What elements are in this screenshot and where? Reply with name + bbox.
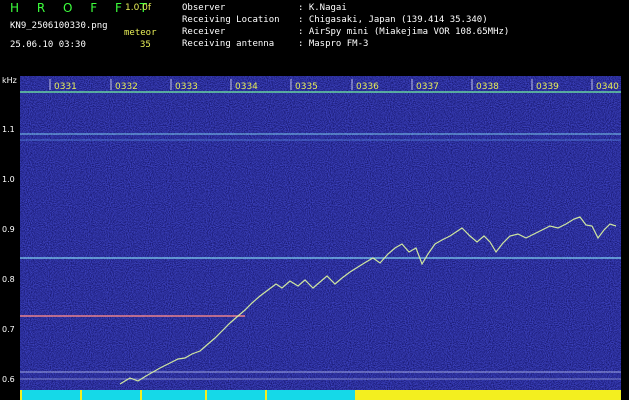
spectrum-speckle	[20, 76, 621, 390]
field-label-observer: Observer	[182, 3, 226, 13]
time-label-0340: 0340	[596, 82, 619, 92]
freq-label-1-1: 1.1	[2, 125, 15, 134]
axis-unit-label: kHz	[2, 76, 17, 85]
time-label-0339: 0339	[536, 82, 559, 92]
bar-yellow-spike-4	[205, 390, 207, 400]
time-label-0336: 0336	[356, 82, 379, 92]
field-value-location: : Chigasaki, Japan (139.414 35.340)	[298, 15, 488, 25]
bar-yellow-spike-3	[140, 390, 142, 400]
time-label-0332: 0332	[115, 82, 138, 92]
bar-yellow-spike-5	[265, 390, 267, 400]
time-label-0333: 0333	[175, 82, 198, 92]
header-panel: H R O F F T 1.0.0f KN9_2506100330.png me…	[0, 0, 629, 76]
freq-label-0-9: 0.9	[2, 225, 15, 234]
field-value-antenna: : Maspro FM-3	[298, 39, 369, 49]
image-filename: KN9_2506100330.png	[10, 21, 108, 31]
time-label-0334: 0334	[235, 82, 258, 92]
bar-yellow-segment	[355, 390, 621, 400]
signal-strength-bar	[20, 390, 621, 400]
freq-label-0-7: 0.7	[2, 325, 15, 334]
freq-label-0-8: 0.8	[2, 275, 15, 284]
bar-yellow-spike-1	[20, 390, 22, 400]
meteor-label: meteor	[124, 28, 157, 38]
time-label-0335: 0335	[295, 82, 318, 92]
meteor-count: 35	[140, 40, 151, 50]
field-value-observer: : K.Nagai	[298, 3, 347, 13]
freq-label-1-0: 1.0	[2, 175, 15, 184]
time-label-0338: 0338	[476, 82, 499, 92]
field-label-antenna: Receiving antenna	[182, 39, 275, 49]
time-label-0331: 0331	[54, 82, 77, 92]
field-label-receiver: Receiver	[182, 27, 226, 37]
bar-cyan-segment	[20, 390, 355, 400]
spectrogram-plot: 0331 0332 0333 0334 0335 0336 0337 0338 …	[20, 76, 621, 390]
time-label-0337: 0337	[416, 82, 439, 92]
version-label: 1.0.0f	[125, 3, 152, 13]
field-label-location: Receiving Location	[182, 15, 280, 25]
observation-datetime: 25.06.10 03:30	[10, 40, 86, 50]
freq-label-0-6: 0.6	[2, 375, 15, 384]
field-value-receiver: : AirSpy mini (Miakejima VOR 108.65MHz)	[298, 27, 510, 37]
bar-yellow-spike-2	[80, 390, 82, 400]
